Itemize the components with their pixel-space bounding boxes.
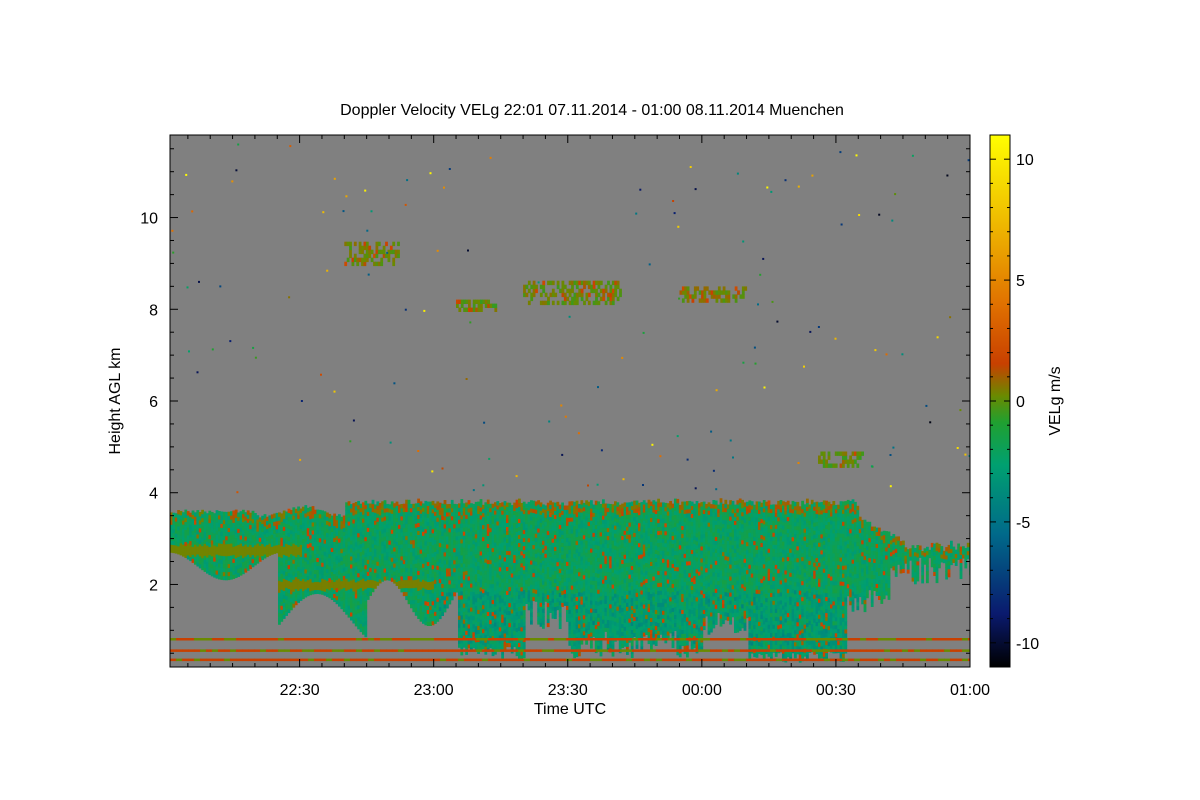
y-tick-label: 10 [140,211,158,228]
y-tick-label: 6 [149,394,158,411]
x-tick-label: 23:30 [548,682,588,699]
colorbar-tick-label: -5 [1016,515,1030,532]
x-tick-label: 01:00 [950,682,990,699]
y-tick-label: 4 [149,486,158,503]
y-axis-label: Height AGL km [107,347,124,454]
x-tick-label: 22:30 [280,682,320,699]
x-tick-label: 23:00 [414,682,454,699]
x-axis-label: Time UTC [534,701,606,718]
y-tick-label: 2 [149,577,158,594]
chart-title: Doppler Velocity VELg 22:01 07.11.2014 -… [340,102,844,119]
chart: Doppler Velocity VELg 22:01 07.11.2014 -… [107,102,1064,718]
y-tick-label: 8 [149,302,158,319]
colorbar-tick-label: 5 [1016,273,1025,290]
colorbar-tick-label: 0 [1016,394,1025,411]
x-tick-label: 00:00 [682,682,722,699]
colorbar-label: VELg m/s [1047,366,1064,435]
colorbar-tick-label: 10 [1016,152,1034,169]
x-tick-label: 00:30 [816,682,856,699]
colorbar-tick-label: -10 [1016,636,1039,653]
